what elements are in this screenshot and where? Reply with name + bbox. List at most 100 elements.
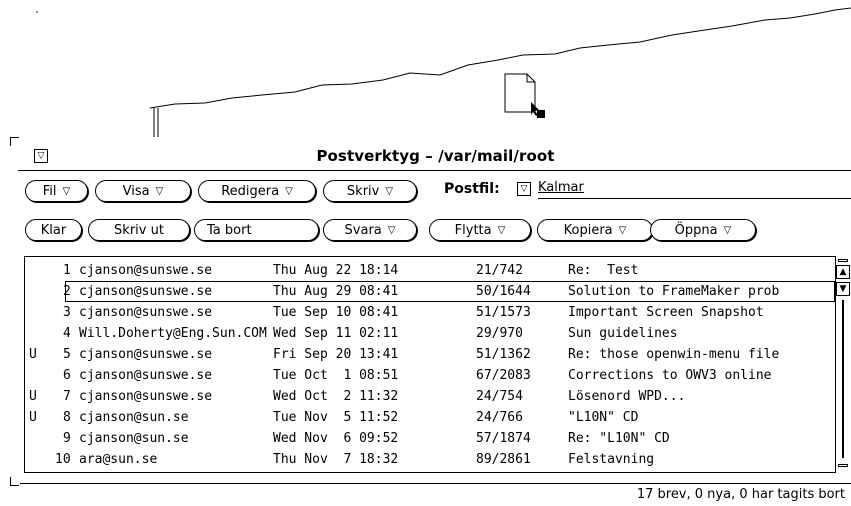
sender: cjanson@sun.se — [79, 410, 189, 425]
message-row[interactable]: 6 cjanson@sunswe.se Tue Oct 1 08:51 67/2… — [25, 365, 835, 386]
message-row[interactable]: 1 cjanson@sunswe.se Thu Aug 22 18:14 21/… — [25, 260, 835, 281]
window-corner-bottom-left[interactable] — [10, 477, 19, 486]
subject: Re: Test — [568, 263, 639, 278]
scroll-down-icon[interactable]: ▼ — [836, 282, 850, 296]
message-list[interactable]: 1 cjanson@sunswe.se Thu Aug 22 18:14 21/… — [24, 256, 836, 473]
message-row[interactable]: 4 Will.Doherty@Eng.Sun.COM Wed Sep 11 02… — [25, 323, 835, 344]
message-row[interactable]: U 5 cjanson@sunswe.se Fri Sep 20 13:41 5… — [25, 344, 835, 365]
subject: Solution to FrameMaker prob — [568, 284, 780, 299]
flytta-label: Flytta — [454, 222, 492, 238]
date: Thu Nov 7 18:32 — [273, 452, 399, 467]
size: 57/1874 — [476, 431, 531, 446]
klar-label: Klar — [40, 222, 67, 238]
message-row[interactable]: 3 cjanson@sunswe.se Tue Sep 10 08:41 51/… — [25, 302, 835, 323]
fil-menu-button[interactable]: Fil ▽ — [25, 180, 88, 202]
msg-number: 2 — [63, 284, 71, 299]
message-row[interactable]: U 7 cjanson@sunswe.se Wed Oct 2 11:32 24… — [25, 386, 835, 407]
status-footer: 17 brev, 0 nya, 0 har tagits bort — [20, 483, 851, 506]
visa-label: Visa — [122, 183, 150, 199]
sender: cjanson@sun.se — [79, 431, 189, 446]
message-row-selected[interactable]: 2 cjanson@sunswe.se Thu Aug 29 08:41 50/… — [63, 281, 835, 302]
menu-indicator-icon: ▽ — [497, 224, 506, 236]
status-text: 17 brev, 0 nya, 0 har tagits bort — [636, 487, 845, 502]
msg-number: 9 — [63, 431, 71, 446]
postfil-input[interactable]: Kalmar — [538, 179, 851, 199]
kopiera-label: Kopiera — [563, 222, 613, 238]
flag: U — [29, 410, 37, 425]
message-row[interactable]: 10 ara@sun.se Thu Nov 7 18:32 89/2861 Fe… — [25, 449, 835, 470]
ta-bort-label: Ta bort — [207, 222, 252, 238]
ta-bort-button[interactable]: Ta bort — [194, 219, 319, 241]
size: 50/1644 — [476, 284, 531, 299]
date: Tue Sep 10 08:41 — [273, 305, 399, 320]
menu-indicator-icon: ▽ — [618, 224, 627, 236]
window-title: Postverktyg – /var/mail/root — [316, 147, 555, 165]
skriv-ut-button[interactable]: Skriv ut — [88, 219, 190, 241]
date: Tue Nov 5 11:52 — [273, 410, 399, 425]
skriv-label: Skriv — [346, 183, 380, 199]
msg-number: 1 — [63, 263, 71, 278]
date: Wed Nov 6 09:52 — [273, 431, 399, 446]
msg-number: 4 — [63, 326, 71, 341]
subject: Corrections to OWV3 online — [568, 368, 772, 383]
sender: cjanson@sunswe.se — [79, 305, 213, 320]
sender: cjanson@sunswe.se — [79, 284, 213, 299]
postfil-value: Kalmar — [538, 180, 584, 195]
date: Wed Sep 11 02:11 — [273, 326, 399, 341]
svara-label: Svara — [344, 222, 382, 238]
sender: cjanson@sunswe.se — [79, 263, 213, 278]
subject: Lösenord WPD... — [568, 389, 686, 404]
postfil-menu-icon[interactable]: ▽ — [517, 182, 531, 196]
menu-indicator-icon: ▽ — [385, 185, 394, 197]
oppna-menu-button[interactable]: Öppna ▽ — [650, 219, 756, 241]
date: Fri Sep 20 13:41 — [273, 347, 399, 362]
msg-number: 10 — [55, 452, 71, 467]
klar-button[interactable]: Klar — [25, 219, 82, 241]
subject: Sun guidelines — [568, 326, 678, 341]
sender: Will.Doherty@Eng.Sun.COM — [79, 326, 267, 341]
redigera-menu-button[interactable]: Redigera ▽ — [198, 180, 316, 202]
menu-indicator-icon: ▽ — [155, 185, 164, 197]
skriv-menu-button[interactable]: Skriv ▽ — [323, 180, 417, 202]
subject: "L10N" CD — [568, 410, 639, 425]
title-divider — [18, 170, 851, 171]
desktop-drawing — [36, 7, 851, 140]
size: 89/2861 — [476, 452, 531, 467]
scroll-up-icon[interactable]: ▲ — [836, 265, 850, 279]
subject: Re: "L10N" CD — [568, 431, 670, 446]
kopiera-menu-button[interactable]: Kopiera ▽ — [537, 219, 653, 241]
msg-number: 8 — [63, 410, 71, 425]
visa-menu-button[interactable]: Visa ▽ — [95, 180, 191, 202]
scrollbar-bottom-cable-anchor[interactable] — [838, 464, 848, 467]
date: Thu Aug 29 08:41 — [273, 284, 399, 299]
message-row[interactable]: U 8 cjanson@sun.se Tue Nov 5 11:52 24/76… — [25, 407, 835, 428]
menu-indicator-icon: ▽ — [285, 185, 293, 197]
subject: Felstavning — [568, 452, 655, 467]
msg-number: 3 — [63, 305, 71, 320]
title-bar[interactable]: ▽ Postverktyg – /var/mail/root — [20, 145, 851, 171]
size: 29/970 — [476, 326, 523, 341]
skriv-ut-label: Skriv ut — [114, 222, 164, 238]
scrollbar[interactable]: ▲ ▼ — [836, 256, 851, 473]
flytta-menu-button[interactable]: Flytta ▽ — [429, 219, 531, 241]
flag: U — [29, 347, 37, 362]
date: Wed Oct 2 11:32 — [273, 389, 399, 404]
fil-label: Fil — [42, 183, 57, 199]
size: 21/742 — [476, 263, 523, 278]
size: 24/754 — [476, 389, 523, 404]
message-row[interactable]: 9 cjanson@sun.se Wed Nov 6 09:52 57/1874… — [25, 428, 835, 449]
scrollbar-cable[interactable] — [842, 300, 844, 458]
window-corner-top-left[interactable] — [10, 137, 19, 146]
date: Tue Oct 1 08:51 — [273, 368, 399, 383]
msg-number: 7 — [63, 389, 71, 404]
subject: Re: those openwin-menu file — [568, 347, 780, 362]
subject: Important Screen Snapshot — [568, 305, 764, 320]
redigera-label: Redigera — [221, 183, 280, 199]
document-drag-icon[interactable] — [503, 72, 553, 126]
size: 51/1362 — [476, 347, 531, 362]
msg-number: 6 — [63, 368, 71, 383]
date: Thu Aug 22 18:14 — [273, 263, 399, 278]
size: 67/2083 — [476, 368, 531, 383]
scrollbar-top-cable-anchor[interactable] — [838, 259, 848, 262]
svara-menu-button[interactable]: Svara ▽ — [323, 219, 417, 241]
